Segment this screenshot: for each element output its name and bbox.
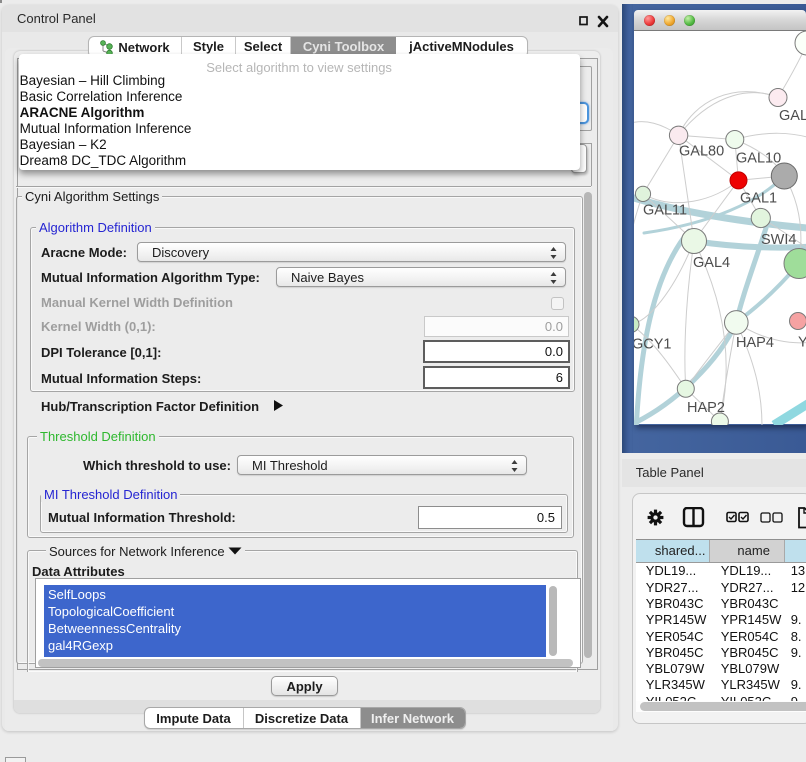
svg-text:GAL7: GAL7 <box>779 108 806 124</box>
svg-text:GAL4: GAL4 <box>693 255 730 271</box>
svg-text:GAL10: GAL10 <box>736 151 781 167</box>
svg-text:GAL11: GAL11 <box>643 203 687 219</box>
svg-text:SWI4: SWI4 <box>761 232 796 248</box>
svg-text:GCY1: GCY1 <box>634 337 672 353</box>
svg-text:GAL80: GAL80 <box>679 144 724 160</box>
svg-text:Y: Y <box>798 335 806 351</box>
svg-text:GAL1: GAL1 <box>740 190 777 206</box>
svg-text:HAP2: HAP2 <box>687 400 725 416</box>
svg-text:HAP4: HAP4 <box>736 335 774 351</box>
